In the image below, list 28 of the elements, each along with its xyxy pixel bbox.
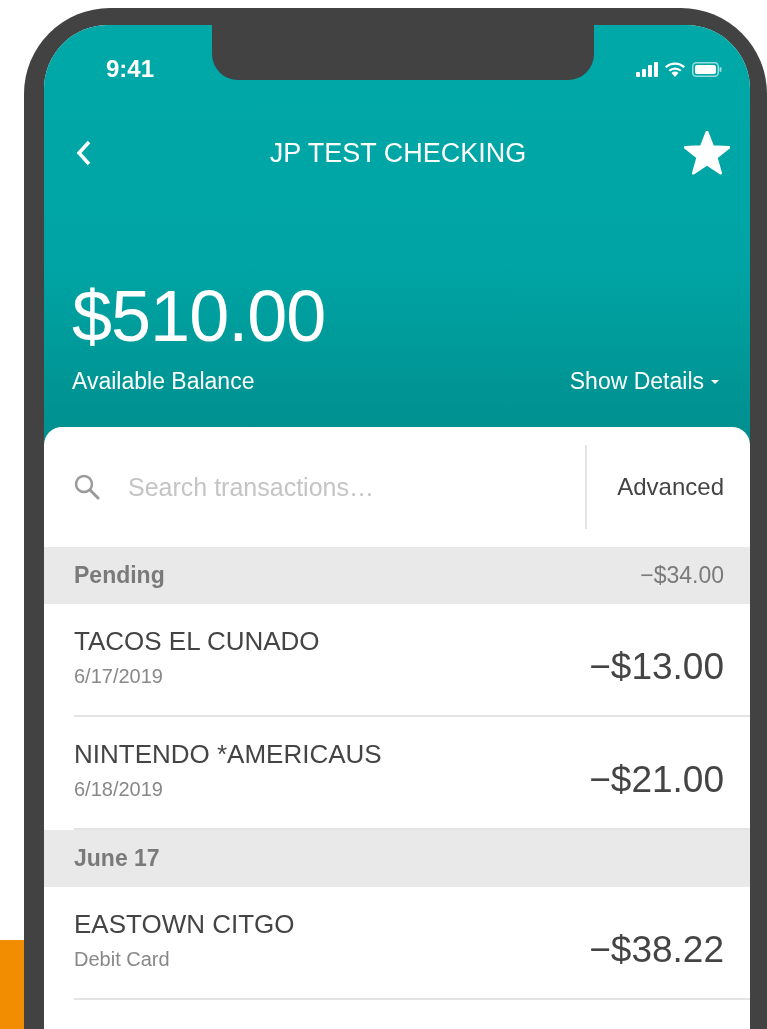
balance-amount: $510.00 [72, 276, 327, 356]
account-title: JP TEST CHECKING [269, 137, 527, 169]
caret-icon [710, 378, 720, 385]
star-icon[interactable] [684, 131, 730, 175]
signal-icon [636, 61, 658, 77]
transaction-detail: 6/18/2019 [74, 777, 164, 801]
advanced-search-button[interactable]: Advanced [587, 473, 750, 501]
transaction-amount: −$38.22 [589, 928, 724, 971]
status-time: 9:41 [106, 55, 155, 83]
balance-label: Available Balance [72, 368, 255, 395]
transaction-amount: −$21.00 [589, 758, 724, 801]
transaction-row[interactable]: EASTOWN CITGO Debit Card −$38.22 [74, 887, 750, 1000]
transaction-name: TACOS EL CUNADO [74, 625, 320, 657]
show-details-link[interactable]: Show Details [569, 368, 720, 395]
section-label: Pending [74, 562, 165, 589]
wifi-icon [664, 61, 686, 77]
chevron-left-icon [76, 140, 92, 166]
battery-icon [692, 61, 722, 77]
transaction-name: NINTENDO *AMERICAUS [74, 738, 382, 770]
transaction-name: EASTOWN CITGO [74, 908, 295, 940]
section-total: −$34.00 [640, 562, 724, 589]
search-icon [74, 474, 100, 500]
transaction-detail: Debit Card [74, 947, 171, 971]
transaction-row[interactable]: TACOS EL CUNADO 6/17/2019 −$13.00 [74, 604, 750, 717]
section-label: June 17 [74, 845, 160, 872]
search-field[interactable]: Search transactions… [126, 471, 460, 503]
transaction-detail: 6/17/2019 [74, 664, 164, 688]
transaction-amount: −$13.00 [589, 645, 724, 688]
